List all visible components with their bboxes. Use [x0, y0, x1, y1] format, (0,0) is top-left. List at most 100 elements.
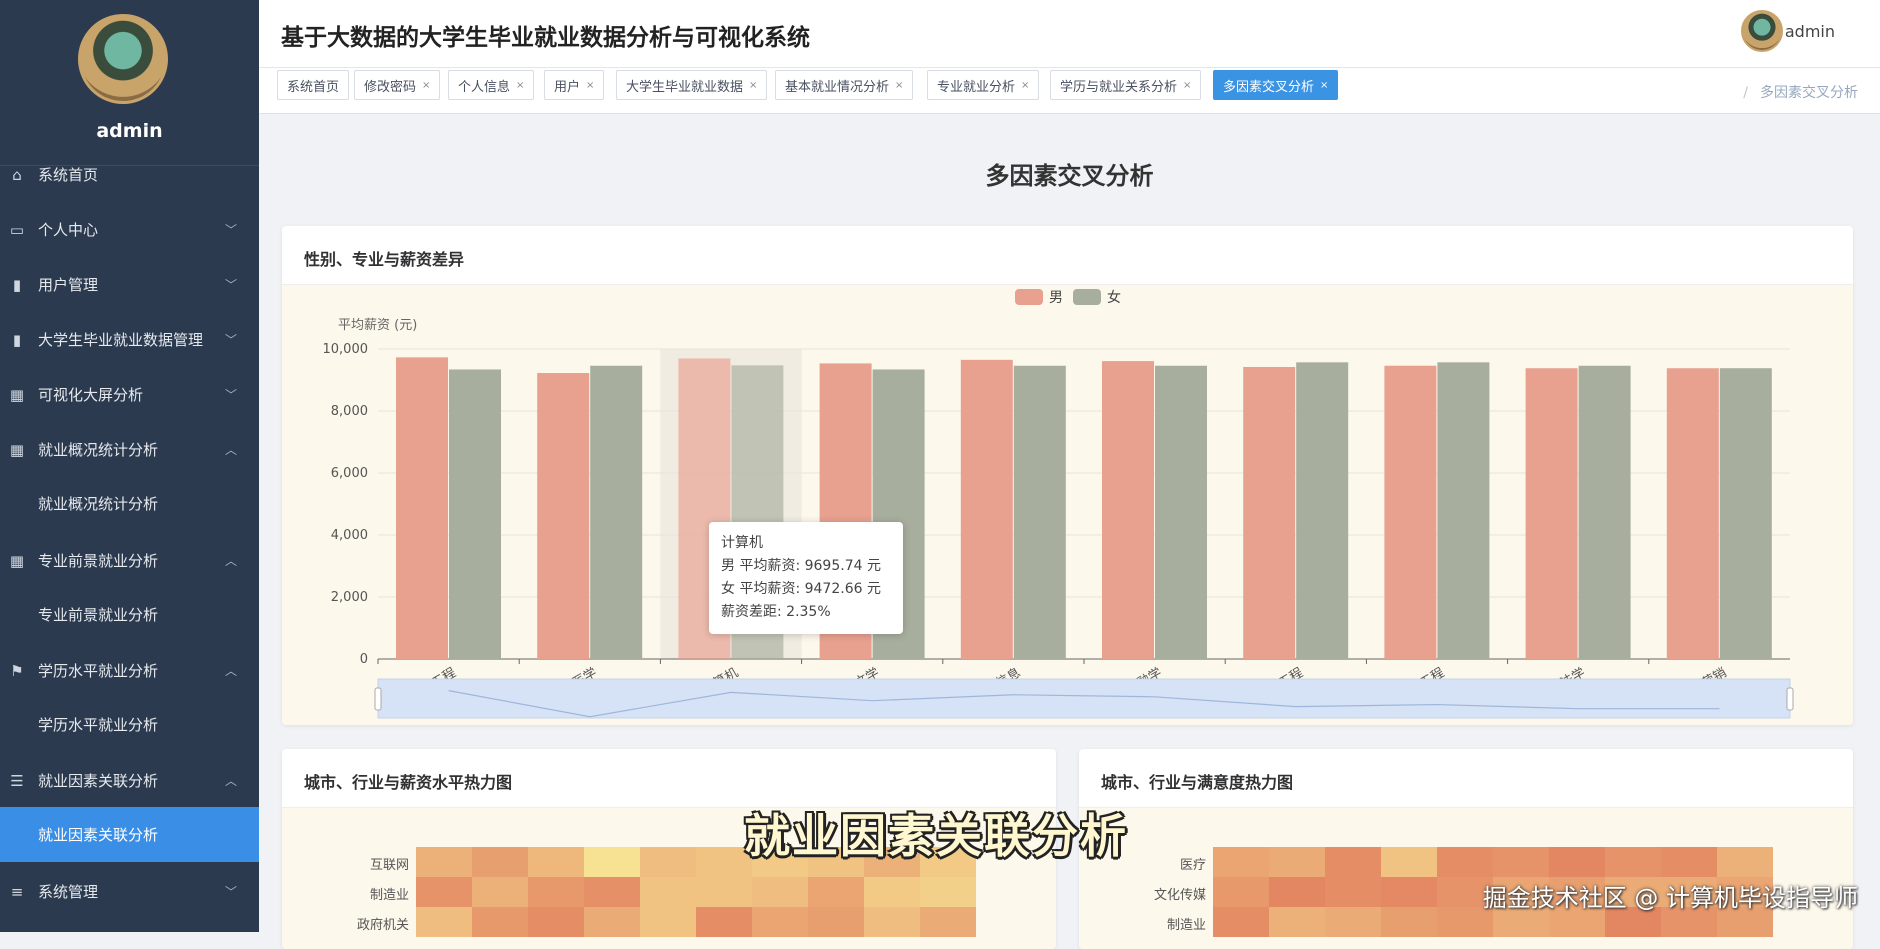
- heatmap-cell: [1549, 847, 1605, 877]
- video-subtitle: 就业因素关联分析: [744, 800, 1128, 866]
- sidebar-item[interactable]: ▮大学生毕业就业数据管理﹀: [0, 312, 259, 367]
- sidebar-item-label: 大学生毕业就业数据管理: [38, 329, 203, 350]
- city-industry-satisfaction-heatmap-card: 城市、行业与满意度热力图 医疗文化传媒制造业: [1079, 749, 1853, 949]
- bar-male: [1667, 368, 1719, 659]
- heatmap-cell: [1213, 907, 1269, 937]
- sidebar-item[interactable]: ▦可视化大屏分析﹀: [0, 367, 259, 422]
- bar-female: [449, 369, 501, 659]
- sidebar-item[interactable]: 学历水平就业分析: [0, 697, 259, 752]
- sidebar-item[interactable]: ▦专业前景就业分析︿: [0, 533, 259, 588]
- heatmap-cell: [472, 877, 528, 907]
- close-icon[interactable]: ×: [895, 80, 903, 91]
- bar-female: [1296, 362, 1348, 659]
- bar-female: [1437, 362, 1489, 659]
- sidebar-item[interactable]: ☰就业因素关联分析︿: [0, 753, 259, 808]
- sidebar-item[interactable]: 就业概况统计分析: [0, 476, 259, 531]
- tab[interactable]: 修改密码 ×: [354, 70, 440, 100]
- close-icon[interactable]: ×: [516, 80, 524, 91]
- datazoom-slider: [378, 679, 1790, 718]
- tab-label: 基本就业情况分析: [785, 76, 889, 95]
- tab-label: 专业就业分析: [937, 76, 1015, 95]
- bar-chart: 02,0004,0006,0008,00010,000平均薪资 (元)机械工程临…: [282, 226, 1853, 725]
- heatmap-cell: [528, 907, 584, 937]
- sidebar-item-label: 就业因素关联分析: [38, 824, 158, 845]
- tab[interactable]: 多因素交叉分析×: [1213, 70, 1338, 100]
- datazoom-handle-left[interactable]: [375, 688, 381, 710]
- watermark: 掘金技术社区 @ 计算机毕设指导师: [1483, 878, 1858, 913]
- sidebar-username: admin: [0, 120, 259, 142]
- close-icon[interactable]: ×: [1021, 80, 1029, 91]
- heatmap-cell: [1269, 907, 1325, 937]
- sidebar-item[interactable]: ▦就业概况统计分析︿: [0, 422, 259, 477]
- legend-label: 男: [1049, 290, 1063, 306]
- sidebar-item[interactable]: 就业因素关联分析: [0, 807, 259, 862]
- heatmap-cell: [1381, 847, 1437, 877]
- legend-label: 女: [1107, 289, 1121, 306]
- close-icon[interactable]: ×: [422, 80, 430, 91]
- sidebar-item-label: 专业前景就业分析: [38, 550, 158, 571]
- close-icon[interactable]: ×: [1320, 80, 1328, 91]
- heatmap-cell: [1381, 877, 1437, 907]
- breadcrumb-current: 多因素交叉分析: [1760, 85, 1858, 101]
- tab-label: 学历与就业关系分析: [1060, 76, 1177, 95]
- bar-male: [1384, 366, 1436, 659]
- bar-male: [1243, 367, 1295, 659]
- tab[interactable]: 学历与就业关系分析 ×: [1050, 70, 1201, 100]
- sidebar-item[interactable]: ⌂系统首页: [0, 147, 259, 202]
- heatmap-cell: [416, 877, 472, 907]
- heatmap-cell: [752, 877, 808, 907]
- sidebar-item[interactable]: ≡系统管理﹀: [0, 864, 259, 919]
- heatmap-cell: [528, 847, 584, 877]
- close-icon[interactable]: ×: [586, 80, 594, 91]
- close-icon[interactable]: ×: [1183, 80, 1191, 91]
- tab[interactable]: 用户×: [544, 70, 604, 100]
- bar-female: [1579, 366, 1631, 659]
- chevron-icon: ﹀: [225, 331, 237, 348]
- tab[interactable]: 系统首页: [277, 70, 349, 100]
- tab[interactable]: 专业就业分析 ×: [927, 70, 1039, 100]
- legend-swatch-female: [1073, 289, 1101, 305]
- tab[interactable]: 大学生毕业就业数据×: [616, 70, 767, 100]
- app-title: 基于大数据的大学生毕业就业数据分析与可视化系统: [281, 18, 810, 52]
- sidebar-item[interactable]: ▮用户管理﹀: [0, 257, 259, 312]
- heatmap-cell: [528, 877, 584, 907]
- heatmap-cell: [472, 847, 528, 877]
- tab-label: 修改密码: [364, 76, 416, 95]
- heatmap-cell: [1661, 847, 1717, 877]
- heatmap-cell: [920, 907, 976, 937]
- bar-female: [1720, 368, 1772, 659]
- tab[interactable]: 个人信息×: [448, 70, 534, 100]
- avatar[interactable]: [78, 14, 168, 104]
- datazoom-handle-right[interactable]: [1787, 688, 1793, 710]
- heatmap-cell: [1325, 907, 1381, 937]
- tabs-bar: 系统首页修改密码×个人信息×用户×大学生毕业就业数据×基本就业情况分析×专业就业…: [259, 68, 1880, 114]
- breadcrumb: /多因素交叉分析: [1743, 82, 1858, 102]
- heatmap-cell: [584, 907, 640, 937]
- heatmap-cell: [1213, 847, 1269, 877]
- sidebar-item-label: 系统管理: [38, 881, 98, 902]
- card-icon: ▭: [8, 221, 26, 239]
- tab[interactable]: 基本就业情况分析 ×: [775, 70, 913, 100]
- user-menu[interactable]: admin: [1785, 22, 1835, 41]
- heatmap-cell: [1381, 907, 1437, 937]
- heatmap-cell: [752, 907, 808, 937]
- legend-swatch-male: [1015, 289, 1043, 305]
- y-tick-label: 6,000: [331, 466, 368, 481]
- grid-icon: ▦: [8, 441, 26, 459]
- heatmap-cell: [1717, 847, 1773, 877]
- tab-label: 系统首页: [287, 76, 339, 95]
- sidebar-item[interactable]: ▭个人中心﹀: [0, 202, 259, 257]
- sidebar-item[interactable]: ⚑学历水平就业分析︿: [0, 643, 259, 698]
- sidebar-item[interactable]: 专业前景就业分析: [0, 587, 259, 642]
- y-tick-label: 10,000: [323, 342, 369, 357]
- heatmap-cell: [1605, 847, 1661, 877]
- sidebar: admin ⌂系统首页▭个人中心﹀▮用户管理﹀▮大学生毕业就业数据管理﹀▦可视化…: [0, 0, 259, 932]
- sidebar-item-label: 就业概况统计分析: [38, 439, 158, 460]
- y-tick-label: 0: [360, 652, 368, 667]
- chevron-icon: ﹀: [225, 883, 237, 900]
- heatmap-cell: [864, 907, 920, 937]
- close-icon[interactable]: ×: [749, 80, 757, 91]
- heatmap-cell: [1325, 877, 1381, 907]
- user-avatar[interactable]: [1741, 10, 1783, 52]
- heatmap-cell: [1493, 847, 1549, 877]
